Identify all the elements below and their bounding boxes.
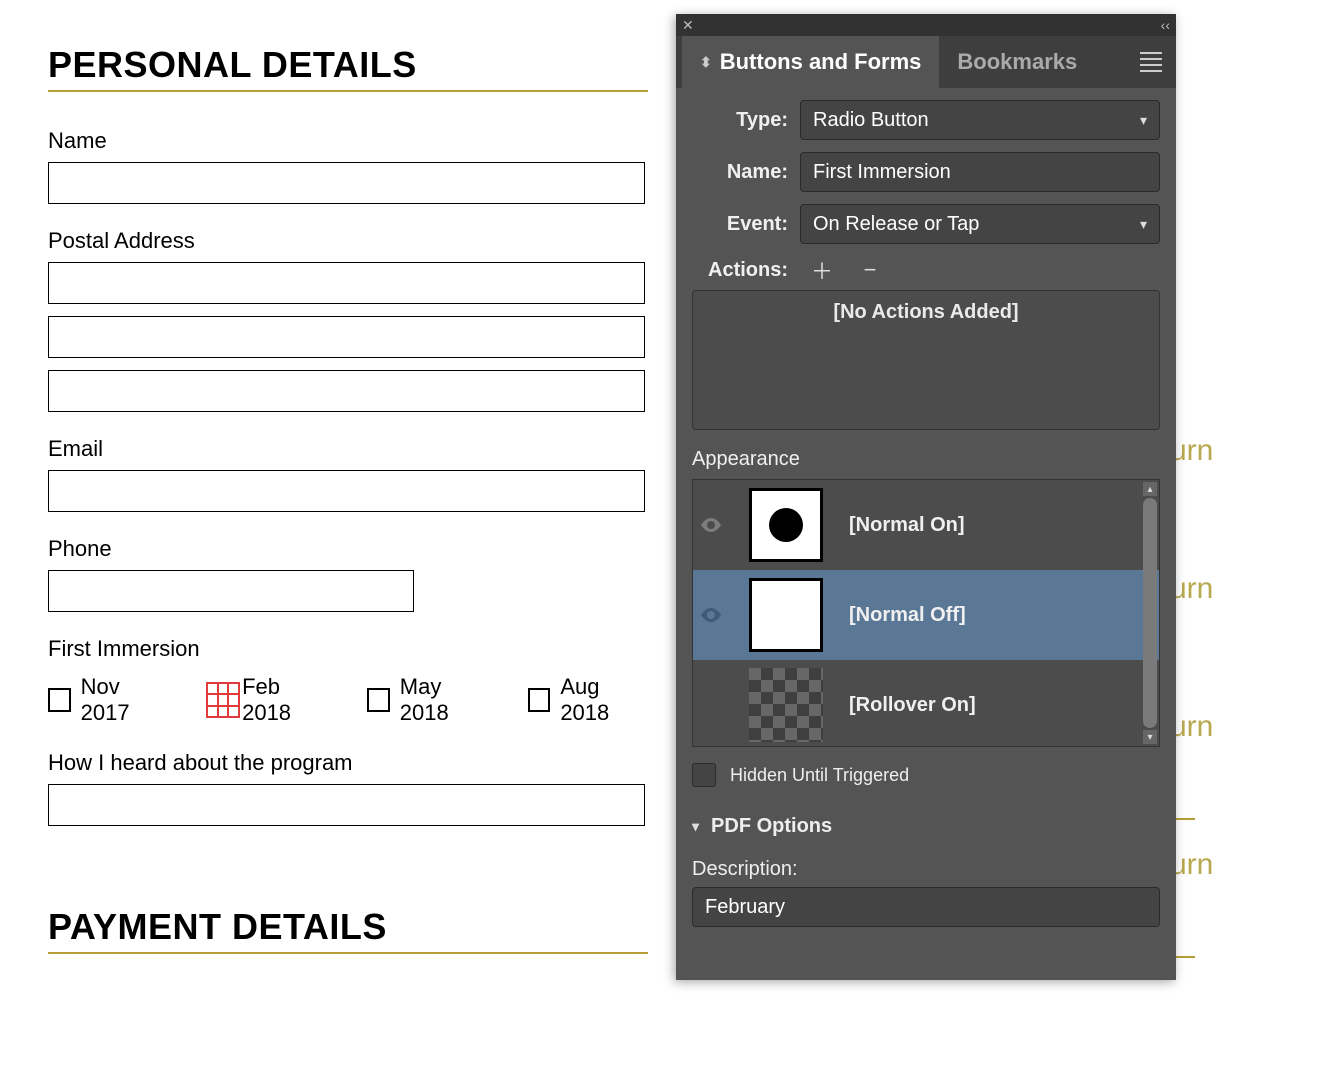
panel-titlebar[interactable]: ✕ ‹‹ <box>676 14 1176 36</box>
tab-buttons-and-forms[interactable]: ⬍ Buttons and Forms <box>682 36 939 88</box>
radio-aug-2018[interactable]: Aug 2018 <box>528 674 648 726</box>
tab-bookmarks[interactable]: Bookmarks <box>939 36 1095 88</box>
appearance-states-list: [Normal On] [Normal Off] [Rollover On] ▴… <box>692 479 1160 747</box>
section-heading-personal: PERSONAL DETAILS <box>48 44 648 92</box>
visibility-icon[interactable] <box>699 517 723 533</box>
radio-label: Feb 2018 <box>242 674 329 726</box>
chevron-down-icon: ▾ <box>692 818 699 835</box>
background-text: urn <box>1170 434 1210 468</box>
radio-label: Nov 2017 <box>81 674 169 726</box>
states-scrollbar[interactable]: ▴ ▾ <box>1143 482 1157 744</box>
type-label: Type: <box>692 109 788 132</box>
name-input[interactable] <box>800 152 1160 192</box>
tab-label: Buttons and Forms <box>720 49 922 75</box>
close-icon[interactable]: ✕ <box>682 17 694 34</box>
description-value: February <box>705 896 785 919</box>
state-thumbnail-off <box>749 578 823 652</box>
background-text: urn <box>1170 572 1210 606</box>
form-document: PERSONAL DETAILS Name Postal Address Ema… <box>48 44 648 990</box>
chevron-down-icon: ▾ <box>1140 216 1147 233</box>
state-label: [Normal On] <box>849 514 965 537</box>
heard-field[interactable] <box>48 784 645 826</box>
panel-tabs: ⬍ Buttons and Forms Bookmarks <box>676 36 1176 88</box>
label-name: Name <box>48 128 648 154</box>
remove-action-button[interactable]: − <box>856 256 884 284</box>
appearance-label: Appearance <box>692 448 1160 471</box>
visibility-icon[interactable] <box>699 607 723 623</box>
radio-box-icon <box>48 688 71 712</box>
section-label: PDF Options <box>711 815 832 838</box>
immersion-radio-group: Nov 2017 Feb 2018 May 2018 Aug 2018 <box>48 674 648 726</box>
label-phone: Phone <box>48 536 648 562</box>
phone-field[interactable] <box>48 570 414 612</box>
actions-label: Actions: <box>692 259 788 282</box>
radio-box-selected-icon <box>206 682 240 718</box>
dropdown-value: On Release or Tap <box>813 213 979 236</box>
radio-label: Aug 2018 <box>560 674 648 726</box>
postal-field-1[interactable] <box>48 262 645 304</box>
buttons-and-forms-panel: ✕ ‹‹ ⬍ Buttons and Forms Bookmarks Type:… <box>676 14 1176 980</box>
event-label: Event: <box>692 213 788 236</box>
background-text: urn <box>1170 848 1210 882</box>
dropdown-value: Radio Button <box>813 109 929 132</box>
state-normal-on[interactable]: [Normal On] <box>693 480 1159 570</box>
chevron-down-icon: ▾ <box>1140 112 1147 129</box>
background-text: urn <box>1170 710 1210 744</box>
label-heard: How I heard about the program <box>48 750 648 776</box>
actions-empty-text: [No Actions Added] <box>833 301 1018 324</box>
radio-box-icon <box>528 688 551 712</box>
state-normal-off[interactable]: [Normal Off] <box>693 570 1159 660</box>
tab-expand-icon: ⬍ <box>700 54 712 71</box>
radio-may-2018[interactable]: May 2018 <box>367 674 490 726</box>
name-input-inner[interactable] <box>813 161 1147 184</box>
scroll-up-icon[interactable]: ▴ <box>1143 482 1157 496</box>
description-label: Description: <box>692 858 1160 881</box>
hidden-until-triggered-row[interactable]: Hidden Until Triggered <box>692 763 1160 787</box>
tab-label: Bookmarks <box>957 49 1077 75</box>
postal-field-2[interactable] <box>48 316 645 358</box>
add-action-button[interactable]: ＋ <box>808 256 836 284</box>
panel-menu-icon[interactable] <box>1136 48 1166 76</box>
state-thumbnail-empty <box>749 668 823 742</box>
name-field[interactable] <box>48 162 645 204</box>
event-dropdown[interactable]: On Release or Tap ▾ <box>800 204 1160 244</box>
state-rollover-on[interactable]: [Rollover On] <box>693 660 1159 747</box>
label-postal: Postal Address <box>48 228 648 254</box>
actions-list[interactable]: [No Actions Added] <box>692 290 1160 430</box>
name-label: Name: <box>692 161 788 184</box>
state-label: [Rollover On] <box>849 694 976 717</box>
email-field[interactable] <box>48 470 645 512</box>
collapse-icon[interactable]: ‹‹ <box>1161 17 1170 33</box>
checkbox-icon[interactable] <box>692 763 716 787</box>
label-email: Email <box>48 436 648 462</box>
scroll-down-icon[interactable]: ▾ <box>1143 730 1157 744</box>
state-label: [Normal Off] <box>849 604 966 627</box>
section-heading-payment: PAYMENT DETAILS <box>48 906 648 954</box>
radio-nov-2017[interactable]: Nov 2017 <box>48 674 168 726</box>
radio-box-icon <box>367 688 390 712</box>
radio-feb-2018[interactable]: Feb 2018 <box>206 674 329 726</box>
type-dropdown[interactable]: Radio Button ▾ <box>800 100 1160 140</box>
state-thumbnail-on <box>749 488 823 562</box>
radio-label: May 2018 <box>400 674 490 726</box>
pdf-options-toggle[interactable]: ▾ PDF Options <box>692 815 1160 838</box>
checkbox-label: Hidden Until Triggered <box>730 765 909 786</box>
postal-field-3[interactable] <box>48 370 645 412</box>
scroll-thumb[interactable] <box>1143 498 1157 728</box>
label-immersion: First Immersion <box>48 636 648 662</box>
description-input[interactable]: February <box>692 887 1160 927</box>
